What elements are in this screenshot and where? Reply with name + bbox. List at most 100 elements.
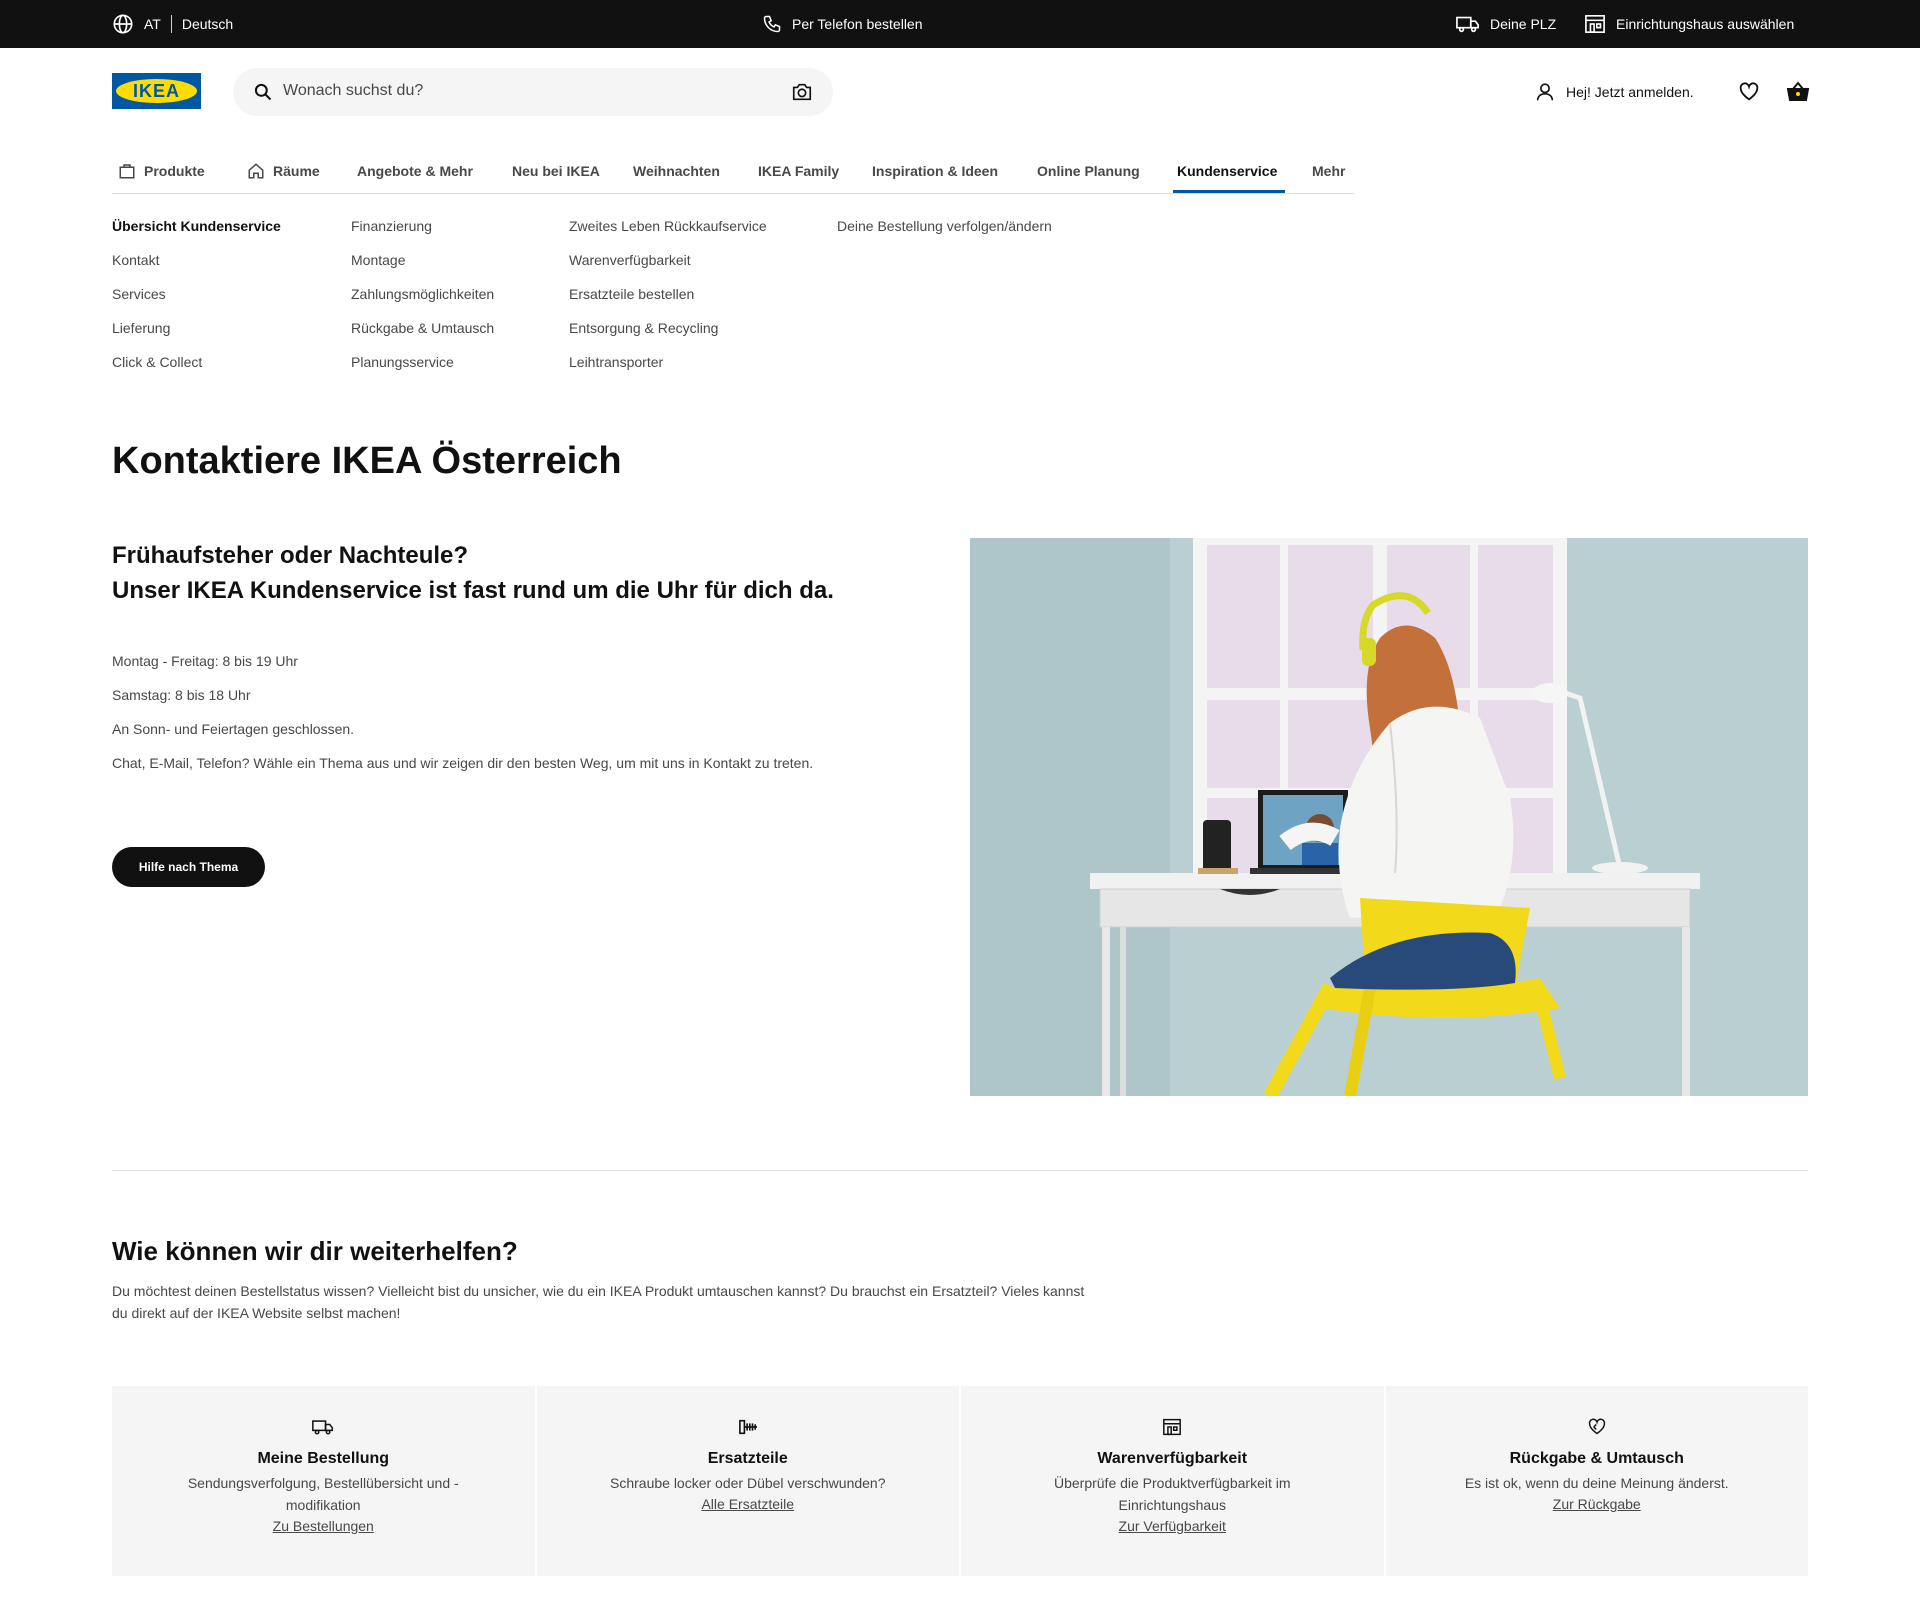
submenu-link[interactable]: Rückgabe & Umtausch: [351, 320, 494, 354]
login-link[interactable]: Hej! Jetzt anmelden.: [1534, 72, 1694, 112]
help-cards: Meine Bestellung Sendungsverfolgung, Bes…: [112, 1386, 1808, 1576]
nav-tab-mehr[interactable]: Mehr: [1312, 148, 1345, 193]
nav-tab-label: Kundenservice: [1177, 162, 1278, 179]
truck-icon: [312, 1420, 334, 1435]
card-icon-wrapper: [961, 1418, 1384, 1438]
nav-tab-label: Inspiration & Ideen: [872, 162, 999, 179]
help-by-topic-button[interactable]: Hilfe nach Thema: [112, 847, 265, 887]
card-description: Schraube locker oder Dübel verschwunden?: [610, 1475, 886, 1491]
card-link[interactable]: Zur Rückgabe: [1553, 1496, 1641, 1512]
hours-closed: An Sonn- und Feiertagen geschlossen.: [112, 721, 355, 737]
main-navigation: Produkte Räume Angebote & Mehr Neu bei I…: [112, 138, 1354, 194]
submenu-link[interactable]: Zahlungsmöglichkeiten: [351, 286, 494, 320]
submenu-link[interactable]: Ersatzteile bestellen: [569, 286, 767, 320]
submenu-link[interactable]: Warenverfügbarkeit: [569, 252, 767, 286]
nav-tab-label: Neu bei IKEA: [512, 162, 600, 179]
active-tab-indicator: [1173, 190, 1285, 193]
card-rueckgabe[interactable]: Rückgabe & Umtausch Es ist ok, wenn du d…: [1385, 1386, 1809, 1576]
camera-icon[interactable]: [791, 81, 813, 103]
truck-icon: [1456, 16, 1479, 33]
logo-text: IKEA: [132, 80, 180, 101]
intro-section: Frühaufsteher oder Nachteule? Unser IKEA…: [112, 538, 912, 789]
submenu-link[interactable]: Deine Bestellung verfolgen/ändern: [837, 218, 1052, 252]
card-title: Meine Bestellung: [257, 1450, 390, 1467]
help-section-title: Wie können wir dir weiterhelfen?: [112, 1236, 518, 1266]
language-label: Deutsch: [181, 16, 234, 32]
hero-illustration: [970, 538, 1808, 1096]
submenu-link[interactable]: Entsorgung & Recycling: [569, 320, 767, 354]
store-icon: [1163, 1418, 1182, 1436]
submenu-link[interactable]: Kontakt: [112, 252, 281, 286]
language-selector[interactable]: AT Deutsch: [112, 0, 233, 48]
headline-service: Unser IKEA Kundenservice ist fast rund u…: [112, 577, 834, 604]
home-icon: [248, 162, 264, 178]
card-icon-wrapper: [112, 1418, 535, 1438]
card-description: Überprüfe die Produktverfügbarkeit im Ei…: [1053, 1475, 1291, 1513]
phone-icon: [763, 15, 781, 33]
submenu-column-3: Zweites Leben Rückkaufservice Warenverfü…: [569, 218, 767, 388]
submenu-link[interactable]: Finanzierung: [351, 218, 494, 252]
submenu-link[interactable]: Übersicht Kundenservice: [112, 218, 281, 252]
card-ersatzteile[interactable]: Ersatzteile Schraube locker oder Dübel v…: [536, 1386, 959, 1576]
nav-tab-label: Online Planung: [1037, 162, 1140, 179]
logo-oval: IKEA: [116, 79, 197, 103]
shopping-bag-icon: [119, 163, 135, 178]
card-link[interactable]: Zu Bestellungen: [273, 1518, 374, 1534]
zip-label: Deine PLZ: [1490, 16, 1557, 32]
search-input[interactable]: Wonach suchst du?: [283, 82, 423, 100]
hours-saturday: Samstag: 8 bis 18 Uhr: [112, 687, 251, 703]
nav-tab-family[interactable]: IKEA Family: [758, 148, 839, 193]
nav-tab-planung[interactable]: Online Planung: [1037, 148, 1140, 193]
return-heart-icon: [1588, 1418, 1605, 1435]
card-icon-wrapper: [1386, 1418, 1809, 1438]
nav-tab-neu[interactable]: Neu bei IKEA: [512, 148, 600, 193]
heart-icon: [1739, 82, 1759, 101]
card-meine-bestellung[interactable]: Meine Bestellung Sendungsverfolgung, Bes…: [112, 1386, 535, 1576]
hero-image: [970, 538, 1808, 1096]
card-title: Warenverfügbarkeit: [1097, 1450, 1248, 1467]
nav-tab-label: Produkte: [144, 162, 205, 179]
submenu-link[interactable]: Planungsservice: [351, 354, 494, 388]
nav-tab-label: IKEA Family: [758, 162, 840, 179]
card-description: Es ist ok, wenn du deine Meinung änderst…: [1464, 1475, 1729, 1491]
contact-info: Chat, E-Mail, Telefon? Wähle ein Thema a…: [112, 755, 814, 771]
zip-selector[interactable]: Deine PLZ: [1456, 0, 1556, 48]
card-description: Sendungsverfolgung, Bestellübersicht und…: [187, 1475, 459, 1513]
nav-tab-kundenservice[interactable]: Kundenservice: [1177, 148, 1277, 193]
submenu-link[interactable]: Leihtransporter: [569, 354, 767, 388]
submenu-link[interactable]: Montage: [351, 252, 494, 286]
country-code: AT: [144, 16, 161, 32]
submenu-link[interactable]: Lieferung: [112, 320, 281, 354]
main-header: IKEA Wonach suchst du? Hej! Jetzt anmeld…: [0, 48, 1920, 138]
submenu-link[interactable]: Services: [112, 286, 281, 320]
phone-order-link[interactable]: Per Telefon bestellen: [762, 0, 923, 48]
nav-tab-weihnachten[interactable]: Weihnachten: [633, 148, 720, 193]
submenu-column-1: Übersicht Kundenservice Kontakt Services…: [112, 218, 281, 388]
screw-icon: [738, 1419, 757, 1435]
card-title: Rückgabe & Umtausch: [1509, 1450, 1684, 1467]
card-warenverfuegbarkeit[interactable]: Warenverfügbarkeit Überprüfe die Produkt…: [961, 1386, 1384, 1576]
submenu-link[interactable]: Zweites Leben Rückkaufservice: [569, 218, 767, 252]
nav-tab-inspiration[interactable]: Inspiration & Ideen: [872, 148, 998, 193]
favorites-button[interactable]: [1738, 72, 1760, 112]
submenu-column-4: Deine Bestellung verfolgen/ändern: [837, 218, 1052, 252]
ikea-logo[interactable]: IKEA: [112, 73, 201, 109]
store-selector[interactable]: Einrichtungshaus auswählen: [1584, 0, 1794, 48]
nav-tab-produkte[interactable]: Produkte: [118, 148, 205, 193]
search-icon: [254, 83, 272, 101]
card-link[interactable]: Alle Ersatzteile: [701, 1496, 794, 1512]
nav-tab-label: Mehr: [1312, 162, 1346, 179]
headline-early-bird: Frühaufsteher oder Nachteule?: [112, 542, 469, 569]
card-title: Ersatzteile: [707, 1450, 788, 1467]
submenu-column-2: Finanzierung Montage Zahlungsmöglichkeit…: [351, 218, 494, 388]
nav-tab-angebote[interactable]: Angebote & Mehr: [357, 148, 473, 193]
cart-button[interactable]: [1786, 72, 1810, 112]
globe-icon: [113, 14, 133, 34]
search-bar[interactable]: Wonach suchst du?: [233, 68, 833, 116]
nav-tab-raeume[interactable]: Räume: [247, 148, 320, 193]
top-bar: AT Deutsch Per Telefon bestellen Deine P…: [0, 0, 1920, 48]
store-icon: [1585, 15, 1605, 33]
card-link[interactable]: Zur Verfügbarkeit: [1119, 1518, 1226, 1534]
submenu-link[interactable]: Click & Collect: [112, 354, 281, 388]
